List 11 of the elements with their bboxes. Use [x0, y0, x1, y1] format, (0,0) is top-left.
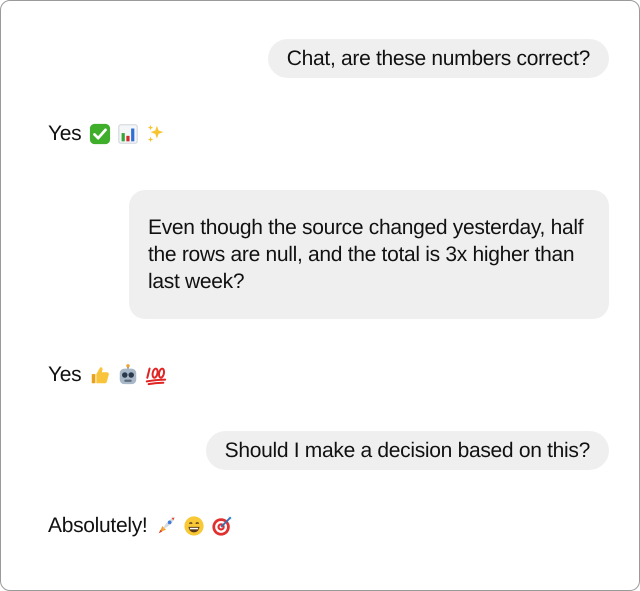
robot-icon [117, 364, 140, 386]
user-message: Even though the source changed yesterday, half the rows are null, and the total is 3x higher than last week? [129, 190, 609, 319]
user-message: Should I make a decision based on this? [206, 431, 609, 470]
user-message: Chat, are these numbers correct? [268, 39, 609, 78]
assistant-message: Yes [48, 363, 82, 387]
smiley-icon [183, 515, 206, 537]
assistant-message: Yes [48, 122, 82, 146]
target-icon [211, 515, 234, 537]
bar-chart-icon [117, 123, 140, 145]
assistant-message: Absolutely! [48, 514, 148, 538]
check-mark-icon [89, 123, 112, 145]
